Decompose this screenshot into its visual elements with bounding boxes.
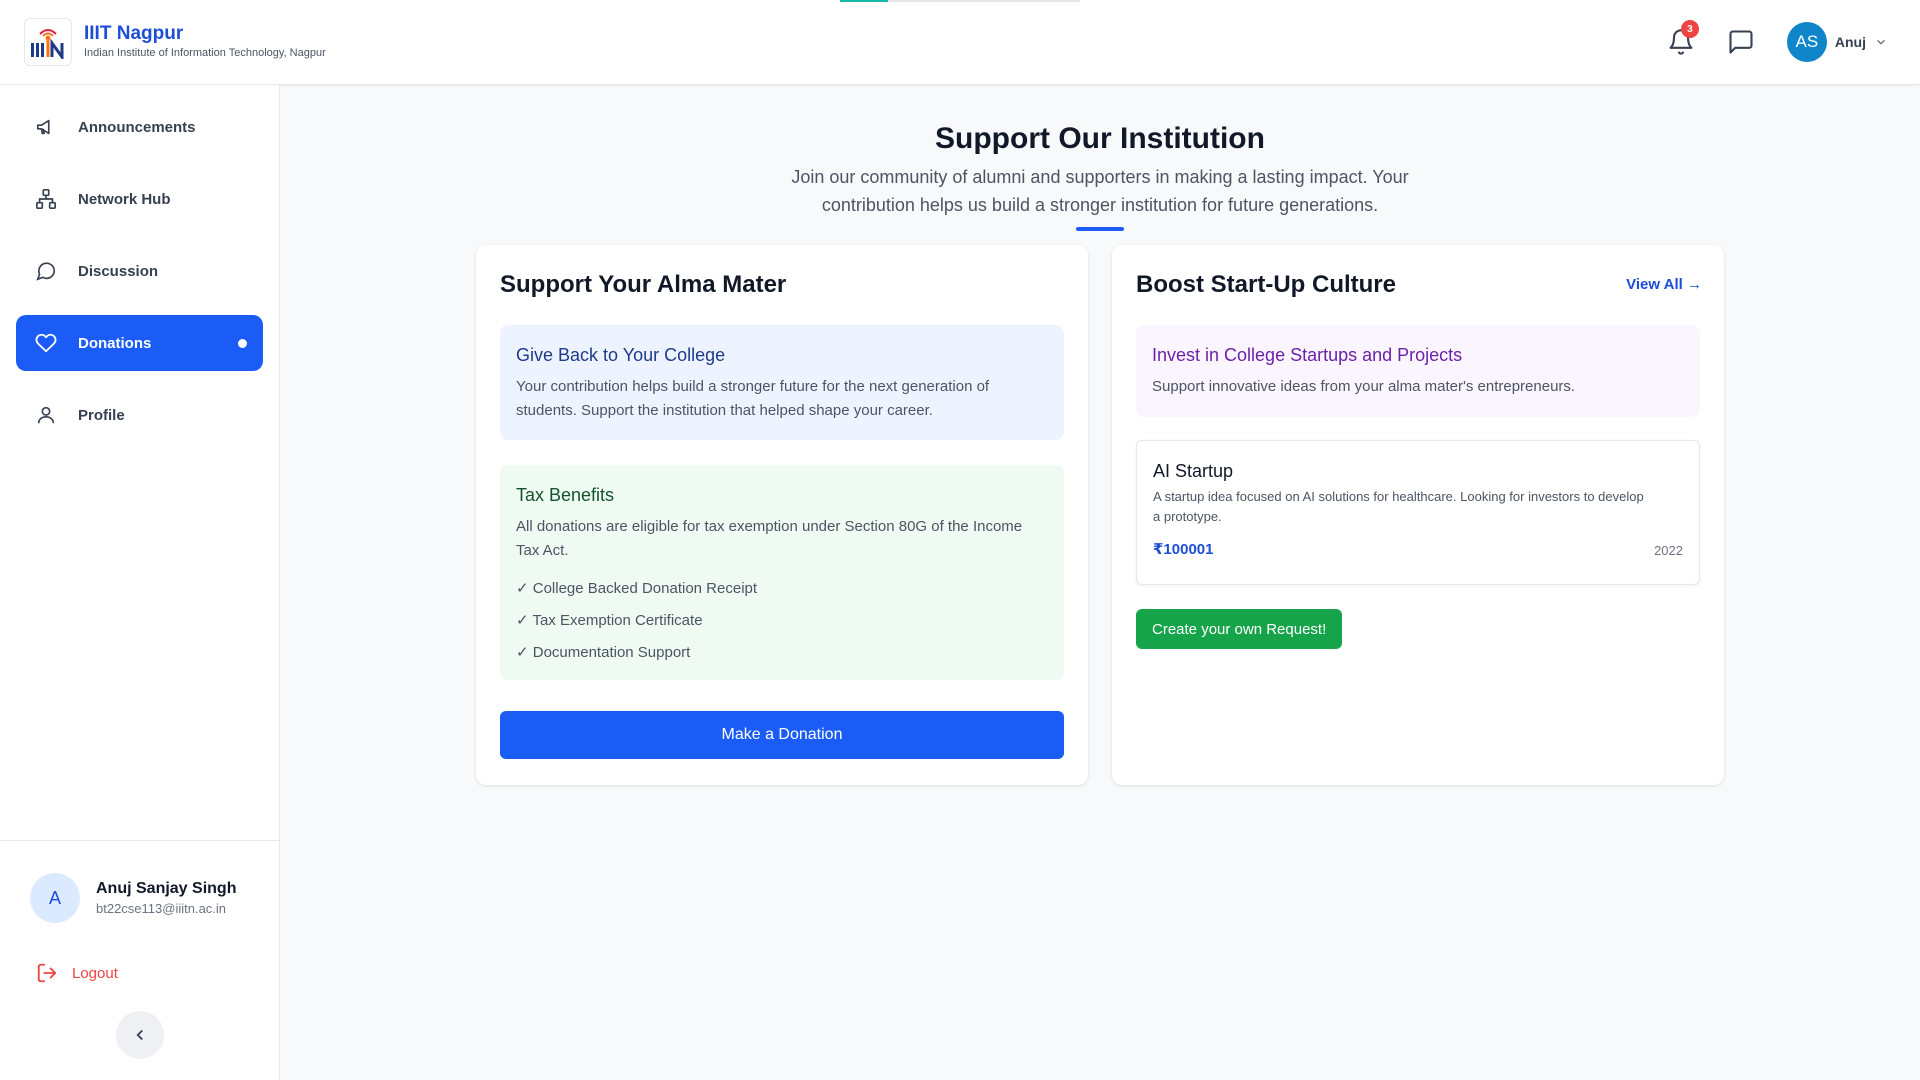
sidebar-item-label: Discussion — [78, 262, 159, 280]
title-underline — [1076, 227, 1124, 231]
messages-button[interactable] — [1719, 20, 1763, 64]
sidebar-profile-card[interactable]: A Anuj Sanjay Singh bt22cse113@iiitn.ac.… — [30, 873, 236, 923]
heart-icon — [34, 331, 58, 355]
active-indicator-dot — [238, 338, 247, 348]
startup-year: 2022 — [1654, 543, 1683, 558]
main-content: Support Our Institution Join our communi… — [280, 85, 1920, 1080]
startup-title: AI Startup — [1153, 461, 1234, 481]
profile-email: bt22cse113@iiitn.ac.in — [96, 901, 227, 916]
sidebar-footer: A Anuj Sanjay Singh bt22cse113@iiitn.ac.… — [0, 840, 279, 1080]
notifications-button[interactable]: 3 — [1659, 20, 1703, 64]
view-all-link[interactable]: View All → — [1626, 276, 1702, 293]
user-icon — [34, 403, 58, 427]
startup-description: A startup idea focused on AI solutions f… — [1153, 489, 1644, 524]
chevron-down-icon — [1877, 39, 1885, 45]
give-back-text: Your contribution helps build a stronger… — [516, 378, 990, 419]
brand-subtitle: Indian Institute of Information Technolo… — [84, 47, 326, 59]
list-item: ✓ Documentation Support — [516, 644, 691, 661]
chevron-left-icon — [136, 1029, 143, 1041]
loading-progress-bar — [840, 0, 1080, 2]
page-title: Support Our Institution — [935, 122, 1265, 155]
invest-title: Invest in College Startups and Projects — [1152, 345, 1463, 365]
brand-title: IIIT Nagpur — [84, 23, 184, 44]
avatar: AS — [1786, 22, 1827, 62]
megaphone-icon — [34, 115, 58, 139]
logout-button[interactable]: Logout — [36, 962, 118, 984]
user-name: Anuj — [1834, 34, 1866, 50]
alma-mater-card: Support Your Alma Mater Give Back to You… — [476, 245, 1088, 785]
sidebar-item-label: Announcements — [78, 118, 196, 136]
invest-box: Invest in College Startups and Projects … — [1136, 325, 1700, 417]
sidebar-item-discussion[interactable]: Discussion — [16, 243, 263, 299]
avatar: A — [30, 873, 80, 923]
user-menu[interactable]: AS Anuj — [1786, 22, 1888, 62]
sidebar-item-donations[interactable]: Donations — [16, 315, 263, 371]
page-subtitle: Join our community of alumni and support… — [791, 167, 1409, 215]
sidebar-item-label: Network Hub — [78, 190, 171, 208]
list-item: ✓ College Backed Donation Receipt — [516, 580, 758, 597]
chat-bubble-icon — [34, 259, 58, 283]
make-donation-button[interactable]: Make a Donation — [500, 711, 1064, 759]
sidebar-item-announcements[interactable]: Announcements — [16, 99, 263, 155]
top-header: IIIT Nagpur Indian Institute of Informat… — [0, 0, 1920, 85]
startup-amount: ₹100001 — [1153, 541, 1214, 558]
startup-request-item[interactable]: AI Startup A startup idea focused on AI … — [1136, 440, 1700, 585]
collapse-sidebar-button[interactable] — [116, 1011, 164, 1059]
create-request-button[interactable]: Create your own Request! — [1136, 609, 1343, 649]
iiitn-logo — [24, 18, 72, 66]
logout-icon — [36, 962, 58, 984]
sidebar-item-label: Donations — [78, 334, 152, 352]
list-item: ✓ Tax Exemption Certificate — [516, 612, 703, 629]
notification-count-badge: 3 — [1680, 20, 1699, 38]
network-icon — [34, 187, 58, 211]
brand[interactable]: IIIT Nagpur Indian Institute of Informat… — [24, 18, 326, 66]
give-back-title: Give Back to Your College — [516, 345, 726, 365]
invest-text: Support innovative ideas from your alma … — [1152, 378, 1576, 395]
tax-benefits-box: Tax Benefits All donations are eligible … — [500, 465, 1064, 680]
profile-name: Anuj Sanjay Singh — [96, 880, 237, 897]
sidebar: Announcements Network Hub Discussion Don… — [0, 85, 280, 1080]
sidebar-nav: Announcements Network Hub Discussion Don… — [0, 85, 279, 443]
message-square-icon — [1729, 30, 1753, 54]
hero-section: Support Our Institution Join our communi… — [280, 119, 1920, 231]
startup-card: Boost Start-Up Culture View All → Invest… — [1112, 245, 1724, 785]
tax-benefits-text: All donations are eligible for tax exemp… — [516, 518, 1023, 559]
card-title: Support Your Alma Mater — [500, 271, 787, 298]
sidebar-item-label: Profile — [78, 406, 125, 424]
tax-benefits-title: Tax Benefits — [516, 485, 615, 505]
sidebar-item-network-hub[interactable]: Network Hub — [16, 171, 263, 227]
logout-label: Logout — [72, 964, 118, 982]
tax-benefits-list: ✓ College Backed Donation Receipt ✓ Tax … — [516, 573, 1048, 669]
card-title: Boost Start-Up Culture — [1136, 271, 1396, 298]
give-back-box: Give Back to Your College Your contribut… — [500, 325, 1064, 440]
sidebar-item-profile[interactable]: Profile — [16, 387, 263, 443]
